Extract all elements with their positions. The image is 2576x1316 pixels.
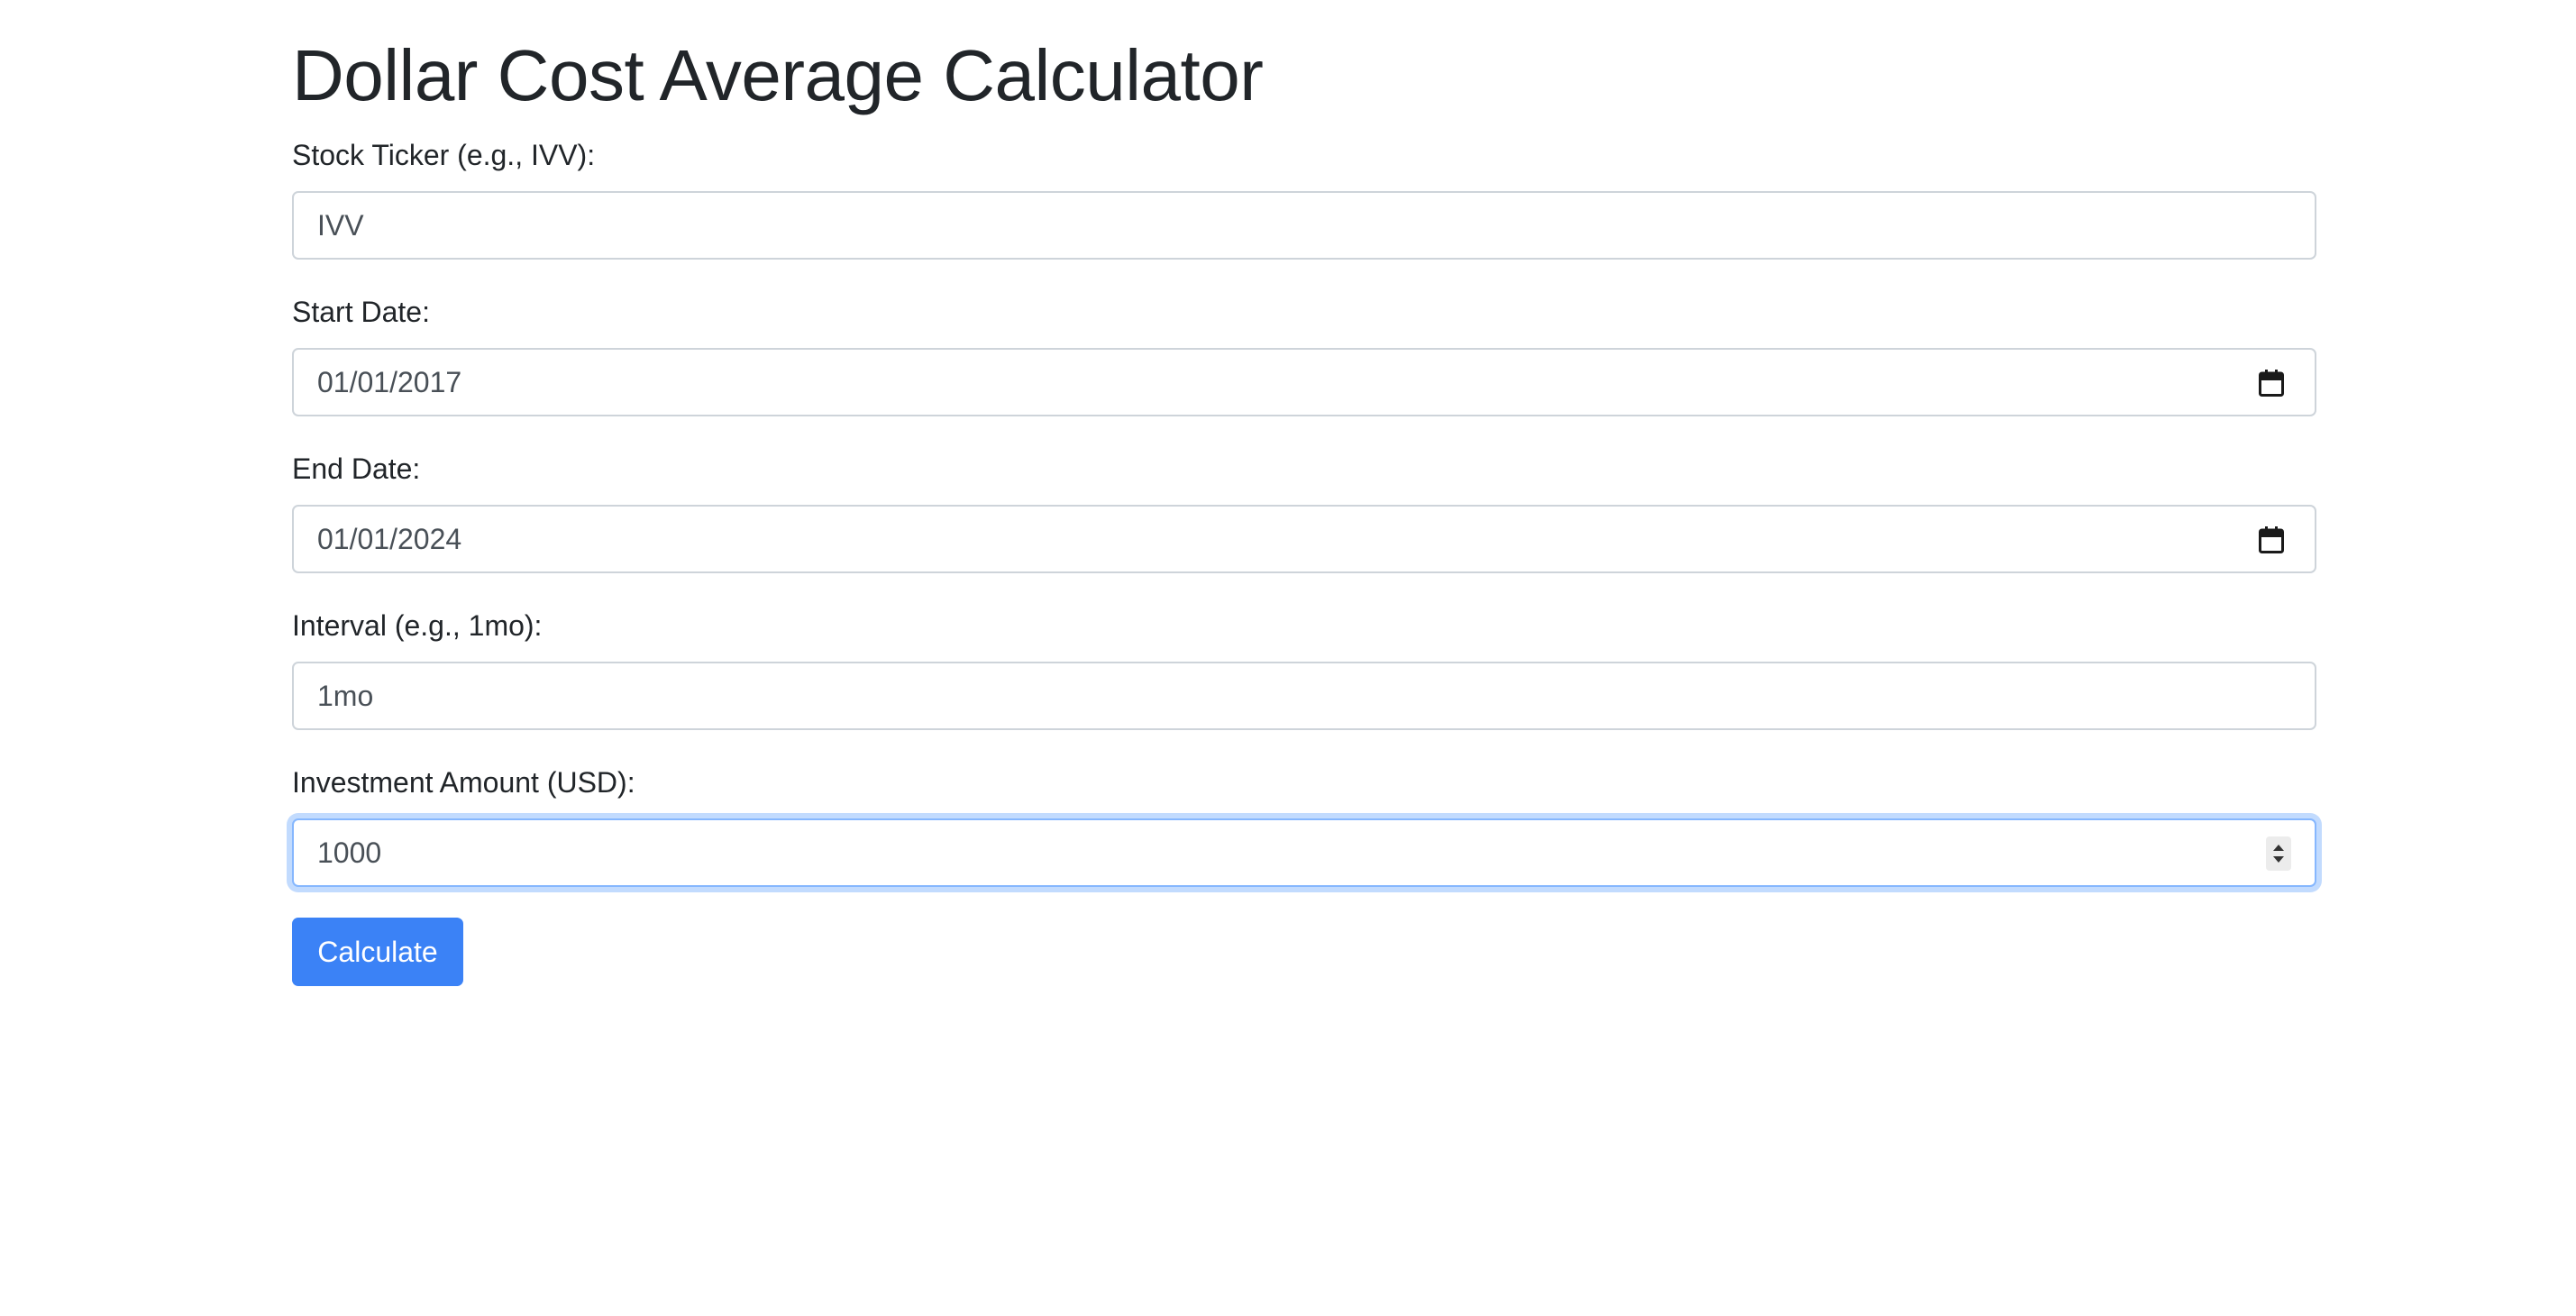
amount-label: Investment Amount (USD): <box>292 766 635 799</box>
page-title: Dollar Cost Average Calculator <box>292 35 1264 115</box>
calendar-icon[interactable] <box>2259 370 2284 397</box>
number-stepper[interactable] <box>2266 836 2291 871</box>
amount-input[interactable]: 1000 <box>292 818 2316 887</box>
stepper-down-icon[interactable] <box>2273 856 2284 863</box>
amount-value: 1000 <box>317 836 382 869</box>
calendar-icon[interactable] <box>2259 526 2284 553</box>
end-date-input[interactable]: 01/01/2024 <box>292 505 2316 573</box>
start-date-value: 01/01/2017 <box>317 366 462 398</box>
interval-label: Interval (e.g., 1mo): <box>292 609 543 642</box>
ticker-input[interactable]: IVV <box>292 191 2316 260</box>
start-date-input[interactable]: 01/01/2017 <box>292 348 2316 416</box>
end-date-value: 01/01/2024 <box>317 523 462 555</box>
interval-value: 1mo <box>317 680 374 712</box>
interval-input[interactable]: 1mo <box>292 662 2316 730</box>
end-date-label: End Date: <box>292 452 421 485</box>
start-date-label: Start Date: <box>292 296 430 328</box>
calculate-button[interactable]: Calculate <box>292 918 463 986</box>
ticker-value: IVV <box>317 209 364 242</box>
stepper-up-icon[interactable] <box>2273 845 2284 851</box>
ticker-label: Stock Ticker (e.g., IVV): <box>292 139 596 171</box>
